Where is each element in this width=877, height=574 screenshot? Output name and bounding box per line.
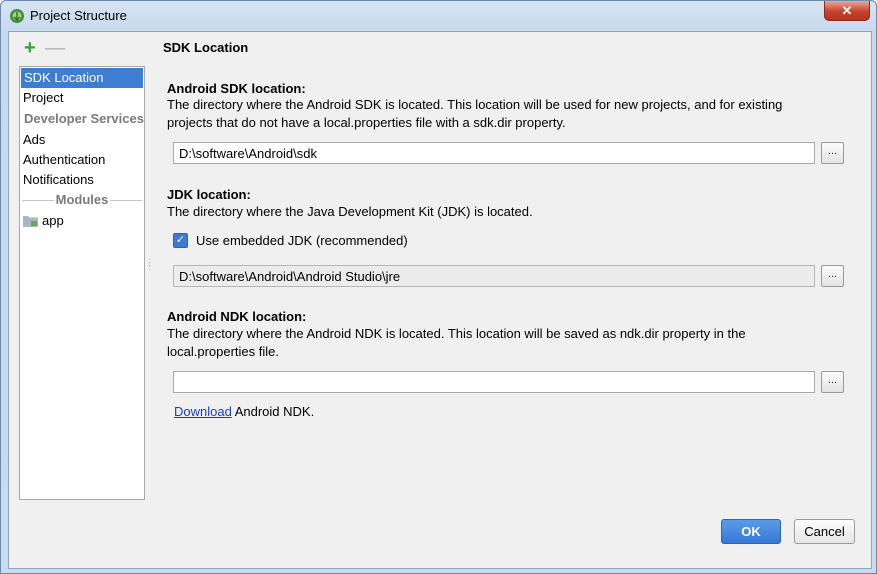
jdk-title: JDK location:: [167, 187, 251, 202]
sidebar-item-app[interactable]: app: [20, 210, 144, 232]
android-sdk-title: Android SDK location:: [167, 81, 306, 96]
module-folder-icon: [23, 216, 38, 227]
sdk-location-panel: SDK Location Android SDK location: The d…: [163, 32, 871, 508]
sidebar-item-ads[interactable]: Ads: [20, 130, 144, 150]
download-ndk-link[interactable]: Download: [174, 404, 232, 419]
sidebar-item-sdk-location[interactable]: SDK Location: [21, 68, 143, 88]
module-label: app: [42, 213, 64, 228]
page-title: SDK Location: [163, 40, 249, 55]
developer-services-header: Developer Services: [24, 111, 144, 126]
embedded-jdk-checkbox[interactable]: ✓: [173, 233, 188, 248]
download-ndk-suffix: Android NDK.: [231, 404, 315, 419]
android-ndk-description-line1: The directory where the Android NDK is l…: [167, 326, 746, 341]
embedded-jdk-option[interactable]: ✓ Use embedded JDK (recommended): [173, 233, 408, 248]
android-ndk-title: Android NDK location:: [167, 309, 307, 324]
jdk-description: The directory where the Java Development…: [167, 204, 533, 219]
jdk-path-field[interactable]: D:\software\Android\Android Studio\jre: [173, 265, 815, 287]
android-sdk-description-line1: The directory where the Android SDK is l…: [167, 97, 783, 112]
android-sdk-path-field[interactable]: D:\software\Android\sdk: [173, 142, 815, 164]
modules-header: Modules: [20, 190, 144, 210]
ok-button[interactable]: OK: [721, 519, 781, 544]
sidebar: SDK Location Project Developer Services …: [19, 66, 145, 500]
jdk-browse-button[interactable]: ...: [821, 265, 844, 287]
android-ndk-path-field[interactable]: [173, 371, 815, 393]
android-sdk-description-line2: projects that do not have a local.proper…: [167, 115, 566, 130]
close-button[interactable]: ✕: [824, 1, 870, 21]
window-title: Project Structure: [30, 8, 127, 23]
download-ndk-row: Download Android NDK.: [174, 404, 314, 419]
sidebar-item-authentication[interactable]: Authentication: [20, 150, 144, 170]
splitter-handle[interactable]: ⋮ ⋮: [145, 258, 154, 271]
dialog-content: + — SDK Location Project Developer Servi…: [8, 31, 872, 569]
embedded-jdk-label: Use embedded JDK (recommended): [196, 233, 408, 248]
android-ndk-description-line2: local.properties file.: [167, 344, 279, 359]
dialog-footer: OK Cancel: [9, 508, 871, 568]
add-icon[interactable]: +: [24, 38, 36, 58]
android-studio-icon: [10, 9, 24, 23]
sidebar-item-project[interactable]: Project: [20, 88, 144, 108]
close-icon: ✕: [841, 2, 853, 18]
remove-icon[interactable]: —: [45, 38, 65, 58]
android-ndk-browse-button[interactable]: ...: [821, 371, 844, 393]
sidebar-item-notifications[interactable]: Notifications: [20, 170, 144, 190]
cancel-button[interactable]: Cancel: [794, 519, 855, 544]
project-structure-window: Project Structure ✕ + — SDK Location Pro…: [0, 0, 877, 574]
title-bar[interactable]: Project Structure ✕: [1, 1, 876, 31]
android-sdk-browse-button[interactable]: ...: [821, 142, 844, 164]
